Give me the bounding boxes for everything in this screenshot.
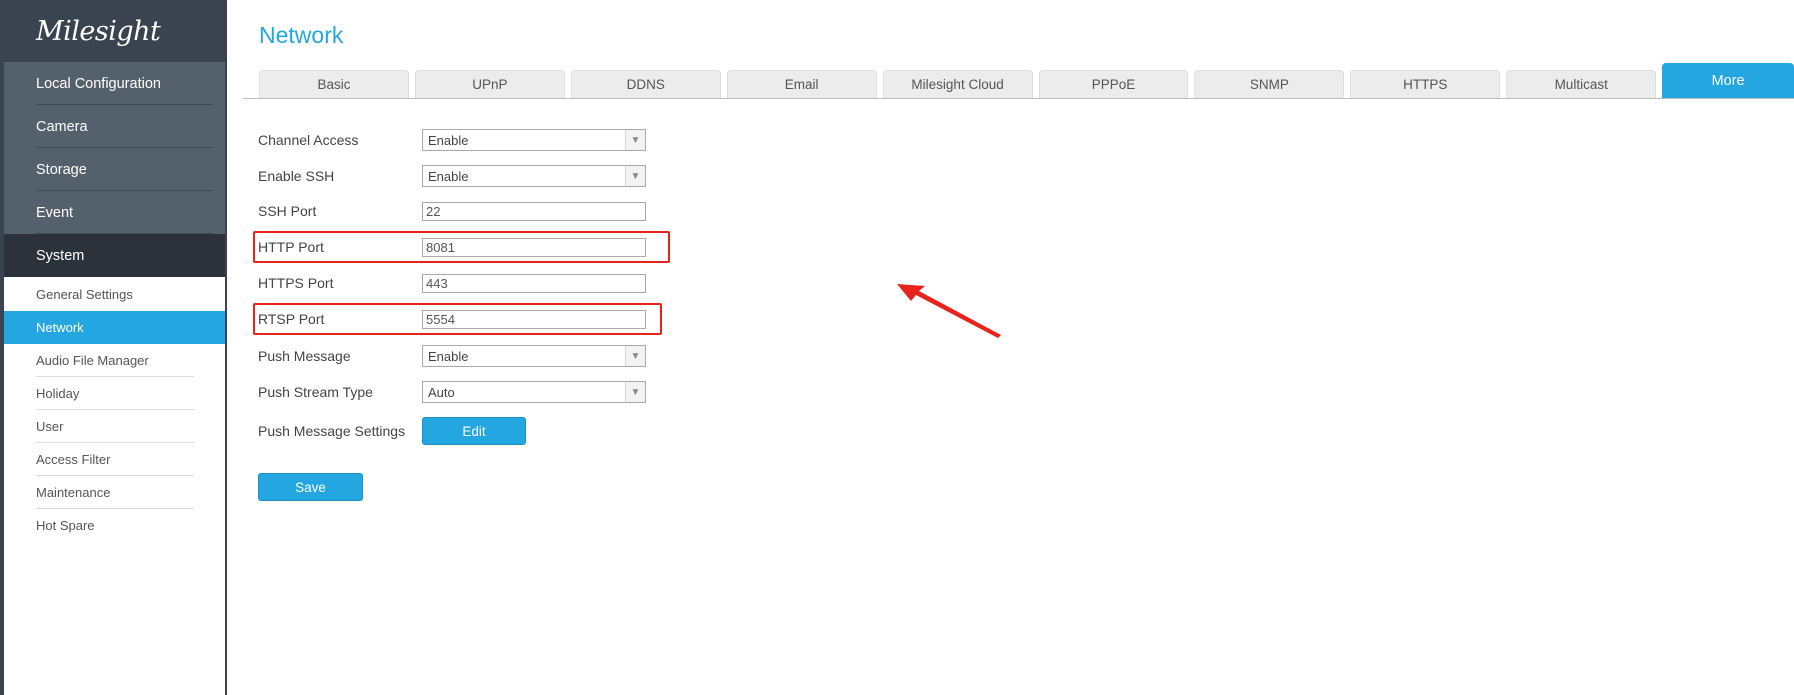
sidebar-subitem-hot-spare[interactable]: Hot Spare bbox=[4, 509, 225, 542]
edit-button[interactable]: Edit bbox=[422, 417, 526, 445]
ssh-port-label: SSH Port bbox=[258, 203, 317, 219]
https-port-label: HTTPS Port bbox=[258, 275, 334, 291]
tab-email[interactable]: Email bbox=[726, 70, 877, 98]
push-message-select[interactable]: Enable ▼ bbox=[422, 345, 646, 367]
row-ssh-port: SSH Port 22 bbox=[258, 199, 678, 223]
sidebar-main-nav: Local Configuration Camera Storage Event… bbox=[4, 62, 225, 277]
sidebar-item-system[interactable]: System bbox=[4, 234, 225, 277]
push-message-settings-label: Push Message Settings bbox=[258, 423, 406, 439]
push-stream-type-label: Push Stream Type bbox=[258, 384, 373, 400]
chevron-down-icon[interactable]: ▼ bbox=[625, 382, 645, 402]
push-message-value: Enable bbox=[428, 348, 469, 364]
sidebar-subitem-maintenance[interactable]: Maintenance bbox=[4, 476, 225, 509]
sidebar-subitem-audio-file-manager[interactable]: Audio File Manager bbox=[4, 344, 225, 377]
tab-more[interactable]: More bbox=[1662, 63, 1794, 98]
chevron-down-icon[interactable]: ▼ bbox=[625, 346, 645, 366]
tab-multicast[interactable]: Multicast bbox=[1506, 70, 1657, 98]
push-stream-type-select[interactable]: Auto ▼ bbox=[422, 381, 646, 403]
ssh-port-input[interactable]: 22 bbox=[422, 201, 646, 221]
sidebar-sub-nav: General Settings Network Audio File Mana… bbox=[4, 277, 225, 542]
sidebar-item-event[interactable]: Event bbox=[4, 191, 225, 234]
sidebar-subitem-general-settings[interactable]: General Settings bbox=[4, 278, 225, 311]
sidebar-item-storage[interactable]: Storage bbox=[4, 148, 225, 191]
sidebar: Milesight Local Configuration Camera Sto… bbox=[0, 0, 225, 695]
sidebar-subitem-holiday[interactable]: Holiday bbox=[4, 377, 225, 410]
chevron-down-icon[interactable]: ▼ bbox=[625, 166, 645, 186]
tab-upnp[interactable]: UPnP bbox=[414, 70, 565, 98]
row-push-message: Push Message Enable ▼ bbox=[258, 344, 678, 368]
logo-bar: Milesight bbox=[4, 0, 225, 62]
tab-pppoe[interactable]: PPPoE bbox=[1038, 70, 1189, 98]
row-https-port: HTTPS Port 443 bbox=[258, 271, 678, 295]
channel-access-value: Enable bbox=[428, 132, 469, 148]
row-push-stream-type: Push Stream Type Auto ▼ bbox=[258, 380, 678, 404]
sidebar-subitem-user[interactable]: User bbox=[4, 410, 225, 443]
chevron-down-icon[interactable]: ▼ bbox=[625, 130, 645, 150]
row-channel-access: Channel Access Enable ▼ bbox=[258, 128, 678, 152]
sidebar-item-local-configuration[interactable]: Local Configuration bbox=[4, 62, 225, 105]
enable-ssh-label: Enable SSH bbox=[258, 168, 335, 184]
row-enable-ssh: Enable SSH Enable ▼ bbox=[258, 164, 678, 188]
annotation-rtsp-port-box bbox=[253, 303, 662, 335]
annotation-http-port-box bbox=[253, 231, 670, 263]
sidebar-subitem-access-filter[interactable]: Access Filter bbox=[4, 443, 225, 476]
page-title: Network bbox=[259, 22, 344, 48]
main-content: Network Basic UPnP DDNS Email Milesight … bbox=[227, 0, 1794, 695]
sidebar-item-camera[interactable]: Camera bbox=[4, 105, 225, 148]
channel-access-label: Channel Access bbox=[258, 132, 359, 148]
push-message-label: Push Message bbox=[258, 348, 351, 364]
enable-ssh-value: Enable bbox=[428, 168, 469, 184]
annotation-arrow-icon bbox=[897, 284, 1001, 338]
https-port-input[interactable]: 443 bbox=[422, 273, 646, 293]
sidebar-subitem-network[interactable]: Network bbox=[4, 311, 225, 344]
tab-snmp[interactable]: SNMP bbox=[1194, 70, 1345, 98]
channel-access-select[interactable]: Enable ▼ bbox=[422, 129, 646, 151]
tab-milesight-cloud[interactable]: Milesight Cloud bbox=[882, 70, 1033, 98]
milesight-logo: Milesight bbox=[36, 15, 161, 47]
tabs-underline bbox=[243, 98, 1794, 99]
tab-basic[interactable]: Basic bbox=[259, 70, 409, 98]
tab-https[interactable]: HTTPS bbox=[1350, 70, 1501, 98]
tab-ddns[interactable]: DDNS bbox=[570, 70, 721, 98]
enable-ssh-select[interactable]: Enable ▼ bbox=[422, 165, 646, 187]
tab-bar: Basic UPnP DDNS Email Milesight Cloud PP… bbox=[259, 63, 1794, 98]
row-push-message-settings: Push Message Settings Edit bbox=[258, 417, 678, 445]
save-button[interactable]: Save bbox=[258, 473, 363, 501]
push-stream-type-value: Auto bbox=[428, 384, 455, 400]
